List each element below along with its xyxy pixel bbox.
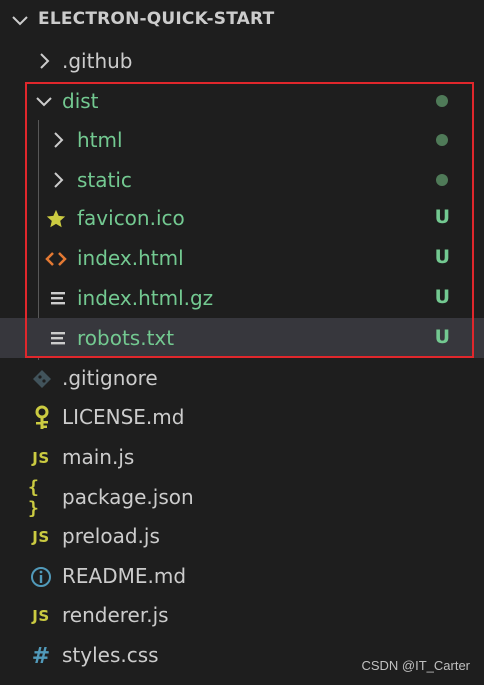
tree-item-label: static bbox=[77, 168, 132, 192]
tree-item-favicon-file[interactable]: favicon.ico U bbox=[0, 198, 484, 238]
tree-item-robots-file[interactable]: robots.txt U bbox=[0, 318, 484, 358]
tree-item-html-folder[interactable]: html bbox=[0, 120, 484, 160]
tree-item-index-html-file[interactable]: index.html U bbox=[0, 238, 484, 278]
untracked-badge: U bbox=[434, 326, 450, 348]
untracked-badge: U bbox=[434, 246, 450, 268]
chevron-right-icon bbox=[54, 172, 64, 188]
git-icon bbox=[29, 366, 55, 392]
tree-item-preload-js-file[interactable]: JS preload.js bbox=[0, 516, 484, 556]
tree-item-label: preload.js bbox=[62, 524, 160, 548]
info-icon bbox=[28, 564, 54, 590]
javascript-icon: JS bbox=[32, 528, 50, 546]
watermark: CSDN @IT_Carter bbox=[361, 658, 470, 673]
tree-item-main-js-file[interactable]: JS main.js bbox=[0, 437, 484, 477]
tree-item-label: index.html bbox=[77, 246, 184, 270]
tree-item-label: styles.css bbox=[62, 643, 159, 667]
tree-item-label: .github bbox=[62, 49, 133, 73]
tree-item-label: .gitignore bbox=[62, 366, 158, 390]
tree-item-label: robots.txt bbox=[77, 326, 175, 350]
tree-item-index-gz-file[interactable]: index.html.gz U bbox=[0, 278, 484, 318]
tree-item-license-file[interactable]: LICENSE.md bbox=[0, 397, 484, 437]
tree-item-dist-folder[interactable]: dist bbox=[0, 81, 484, 121]
tree-item-label: LICENSE.md bbox=[62, 405, 185, 429]
tree-item-label: dist bbox=[62, 89, 99, 113]
tree-item-label: index.html.gz bbox=[77, 286, 214, 310]
explorer-panel: ELECTRON-QUICK-START .github dist html s… bbox=[0, 0, 484, 685]
tree-item-label: renderer.js bbox=[62, 603, 169, 627]
modified-contents-dot bbox=[436, 134, 448, 146]
tree-item-label: README.md bbox=[62, 564, 187, 588]
javascript-icon: JS bbox=[32, 449, 50, 467]
tree-item-label: package.json bbox=[62, 485, 194, 509]
tree-item-label: main.js bbox=[62, 445, 135, 469]
chevron-right-icon bbox=[54, 132, 64, 148]
tree-item-label: favicon.ico bbox=[77, 206, 185, 230]
key-icon bbox=[29, 405, 55, 431]
css-hash-icon: # bbox=[31, 643, 51, 669]
code-icon bbox=[43, 246, 69, 272]
chevron-down-icon bbox=[36, 97, 52, 107]
chevron-down-icon bbox=[12, 16, 28, 26]
modified-contents-dot bbox=[436, 95, 448, 107]
text-file-icon bbox=[46, 326, 72, 352]
tree-item-static-folder[interactable]: static bbox=[0, 160, 484, 200]
tree-item-github-folder[interactable]: .github bbox=[0, 41, 484, 81]
tree-item-package-json-file[interactable]: { } package.json bbox=[0, 477, 484, 519]
explorer-section-header[interactable]: ELECTRON-QUICK-START bbox=[0, 0, 484, 40]
tree-item-gitignore-file[interactable]: .gitignore bbox=[0, 358, 484, 398]
json-icon: { } bbox=[28, 477, 39, 519]
star-icon bbox=[43, 206, 69, 232]
javascript-icon: JS bbox=[32, 607, 50, 625]
untracked-badge: U bbox=[434, 286, 450, 308]
chevron-right-icon bbox=[40, 53, 50, 69]
tree-item-renderer-js-file[interactable]: JS renderer.js bbox=[0, 595, 484, 635]
tree-item-label: html bbox=[77, 128, 123, 152]
text-file-icon bbox=[46, 286, 72, 312]
tree-item-readme-file[interactable]: README.md bbox=[0, 556, 484, 596]
untracked-badge: U bbox=[434, 206, 450, 228]
modified-contents-dot bbox=[436, 174, 448, 186]
explorer-title: ELECTRON-QUICK-START bbox=[38, 9, 275, 29]
